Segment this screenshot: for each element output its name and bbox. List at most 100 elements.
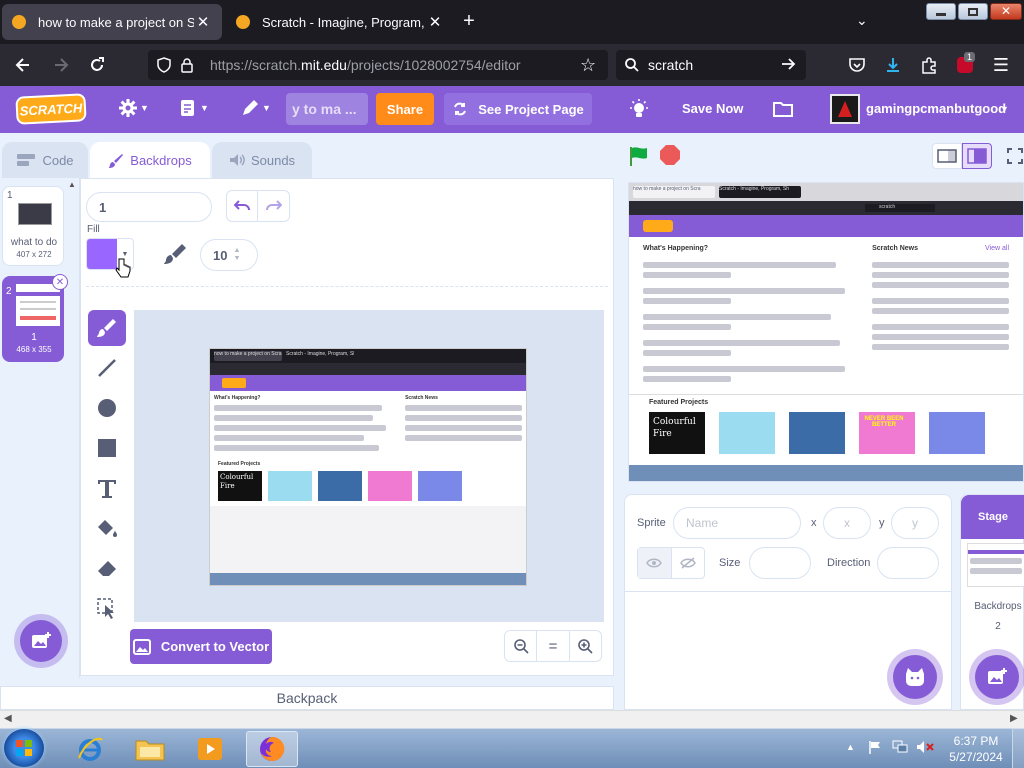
see-project-page-button[interactable]: See Project Page — [444, 93, 592, 125]
backdrop-item-1[interactable]: 1 what to do 407 x 272 — [2, 186, 64, 266]
convert-to-vector-button[interactable]: Convert to Vector — [130, 629, 272, 664]
show-hidden-icons-icon[interactable]: ▲ — [846, 742, 855, 752]
my-stuff-folder-icon[interactable] — [772, 99, 794, 119]
delete-backdrop-icon[interactable]: ✕ — [52, 274, 68, 290]
stepper-arrows-icon[interactable]: ▲ ▼ — [233, 247, 240, 263]
volume-muted-icon[interactable] — [916, 740, 934, 754]
back-arrow-icon[interactable] — [8, 50, 38, 80]
pocket-icon[interactable] — [842, 50, 872, 80]
browser-tab-active[interactable]: how to make a project on Scrat ✕ — [2, 4, 222, 40]
stage-canvas[interactable]: how to make a project on Scra Scratch - … — [628, 182, 1024, 482]
addon-badge-icon[interactable]: 1 — [950, 50, 980, 80]
edit-menu[interactable]: ▼ — [240, 98, 271, 118]
backpack-bar[interactable]: Backpack — [0, 686, 614, 710]
undo-redo-group — [226, 190, 290, 222]
network-icon[interactable] — [892, 740, 908, 754]
extensions-puzzle-icon[interactable] — [914, 50, 944, 80]
url-text[interactable]: https://scratch.mit.edu/projects/1028002… — [210, 57, 521, 73]
file-explorer-taskbar-icon[interactable] — [124, 731, 176, 767]
stop-sign-icon[interactable] — [660, 145, 680, 165]
tab-sounds[interactable]: Sounds — [212, 142, 312, 178]
close-tab-icon[interactable]: ✕ — [426, 13, 444, 31]
green-flag-icon[interactable] — [628, 145, 650, 167]
search-text[interactable]: scratch — [648, 57, 693, 73]
notification-count: 1 — [964, 52, 976, 62]
avatar[interactable] — [830, 94, 860, 124]
reload-icon[interactable] — [82, 50, 112, 80]
media-player-taskbar-icon[interactable] — [184, 731, 236, 767]
scratch-logo[interactable]: SCRATCH — [15, 93, 87, 125]
fill-label: Fill — [87, 224, 100, 235]
costume-name-input[interactable]: 1 — [86, 192, 212, 222]
browser-tab[interactable]: Scratch - Imagine, Program, Sh ✕ — [226, 4, 454, 40]
backdrop-thumbnail — [16, 284, 60, 326]
shield-icon[interactable] — [156, 57, 172, 73]
sprite-name-input[interactable]: Name — [673, 507, 801, 539]
redo-icon[interactable] — [258, 191, 289, 221]
show-desktop-button[interactable] — [1012, 728, 1024, 768]
save-now-link[interactable]: Save Now — [682, 101, 743, 116]
username[interactable]: gamingpcmanbutgood — [866, 101, 1006, 116]
size-input[interactable] — [749, 547, 811, 579]
search-bar[interactable]: scratch — [616, 50, 806, 80]
close-window-button[interactable]: ✕ — [990, 3, 1022, 20]
tab-backdrops[interactable]: Backdrops — [90, 142, 210, 179]
clock-time: 6:37 PM — [953, 734, 999, 748]
code-blocks-icon — [17, 154, 36, 166]
brush-tool[interactable] — [88, 310, 126, 346]
horizontal-scrollbar[interactable]: ◀ ▶ — [0, 710, 1024, 728]
backdrop-item-2[interactable]: 2 ✕ 1 468 x 355 — [2, 274, 68, 362]
text-tool[interactable] — [88, 470, 126, 506]
account-caret-down-icon[interactable]: ▼ — [1000, 104, 1009, 114]
project-title-input[interactable]: y to ma ... — [286, 93, 368, 125]
zoom-in-icon[interactable] — [570, 631, 601, 661]
zoom-reset-button[interactable]: = — [537, 631, 570, 661]
line-tool[interactable] — [88, 350, 126, 386]
action-center-flag-icon[interactable] — [868, 740, 882, 754]
y-input[interactable]: y — [891, 507, 939, 539]
url-bar[interactable]: https://scratch.mit.edu/projects/1028002… — [148, 50, 608, 80]
direction-input[interactable] — [877, 547, 939, 579]
start-button[interactable] — [4, 729, 44, 767]
choose-backdrop-button[interactable] — [20, 620, 62, 662]
tab-code[interactable]: Code — [2, 142, 88, 178]
firefox-taskbar-icon[interactable] — [246, 731, 298, 767]
x-input[interactable]: x — [823, 507, 871, 539]
restore-button[interactable] — [958, 3, 988, 20]
choose-sprite-button[interactable] — [893, 655, 937, 699]
close-tab-icon[interactable]: ✕ — [194, 13, 212, 31]
fill-tool[interactable] — [88, 510, 126, 546]
internet-explorer-taskbar-icon[interactable] — [64, 731, 116, 767]
new-tab-icon[interactable]: + — [460, 10, 478, 32]
backdrop-list-scrollbar[interactable]: ▲ — [68, 180, 78, 650]
zoom-out-icon[interactable] — [505, 631, 538, 661]
tutorials-lightbulb-icon[interactable] — [628, 98, 650, 120]
system-clock[interactable]: 6:37 PM 5/27/2024 — [946, 733, 1006, 765]
fullscreen-icon[interactable] — [1006, 147, 1024, 165]
minimize-button[interactable] — [926, 3, 956, 20]
show-eye-icon[interactable] — [638, 548, 671, 578]
lock-icon[interactable] — [180, 57, 194, 73]
search-go-arrow-icon[interactable] — [780, 55, 798, 73]
small-stage-button[interactable] — [932, 143, 962, 169]
share-button[interactable]: Share — [376, 93, 434, 125]
tab-list-chevron-icon[interactable]: ⌄ — [856, 12, 868, 29]
download-icon[interactable] — [878, 50, 908, 80]
circle-tool[interactable] — [88, 390, 126, 426]
bookmark-star-icon[interactable]: ☆ — [580, 55, 596, 76]
brush-size-input[interactable]: 10 ▲ ▼ — [200, 239, 258, 271]
eraser-tool[interactable] — [88, 550, 126, 586]
forward-arrow-icon[interactable] — [46, 50, 76, 80]
hide-eye-icon[interactable] — [670, 548, 705, 578]
scroll-right-arrow-icon[interactable]: ▶ — [1010, 713, 1018, 724]
settings-menu[interactable]: ▼ — [118, 98, 149, 118]
stage-selector-pane[interactable]: Stage Backdrops 2 — [960, 494, 1024, 710]
undo-icon[interactable] — [227, 191, 259, 221]
scroll-left-arrow-icon[interactable]: ◀ — [4, 713, 12, 724]
select-tool[interactable] — [88, 590, 126, 626]
rectangle-tool[interactable] — [88, 430, 126, 466]
hamburger-menu-icon[interactable]: ☰ — [986, 50, 1016, 80]
choose-backdrop-stage-button[interactable] — [975, 655, 1019, 699]
normal-stage-button[interactable] — [962, 143, 992, 169]
file-menu[interactable]: ▼ — [178, 98, 209, 118]
